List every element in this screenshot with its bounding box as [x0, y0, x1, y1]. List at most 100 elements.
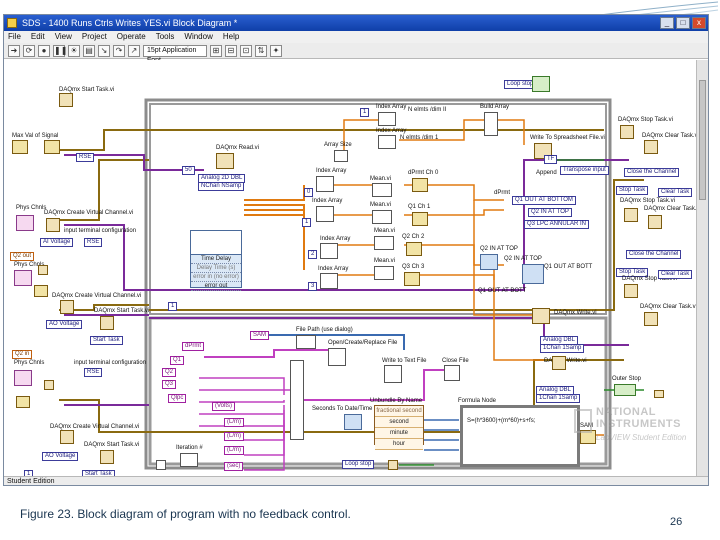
dprmt-string-const[interactable]: dPrmt [182, 342, 205, 351]
outer-stop-terminal-icon[interactable] [654, 390, 664, 398]
minimize-button[interactable]: _ [660, 17, 674, 29]
index-array-n-icon[interactable] [378, 112, 396, 126]
const-one-2[interactable]: 1 [302, 218, 312, 227]
daqmx-write-2-icon[interactable] [552, 356, 566, 370]
index-array-2-icon[interactable] [316, 206, 334, 222]
const-one-chan-2[interactable]: 1Chan 1Samp [536, 394, 581, 403]
delay-time-input[interactable]: Delay Time (s) [191, 264, 241, 273]
const-rse-2[interactable]: RSE [84, 238, 103, 247]
q2-in-control[interactable]: Q2 in [12, 350, 33, 359]
array-size-icon[interactable] [334, 150, 348, 162]
font-select-dropdown[interactable]: 15pt Application Font [143, 44, 207, 64]
field-second[interactable]: second [375, 417, 423, 428]
error-out-output[interactable]: error out [191, 282, 241, 291]
daqmx-start-task-mid-icon[interactable] [100, 316, 114, 330]
const-one-3[interactable]: 1 [168, 302, 178, 311]
q2-out-indicator[interactable]: Q2 out [10, 252, 35, 261]
phys-chnls-2-icon[interactable] [14, 270, 32, 286]
file-path-control[interactable] [296, 335, 316, 349]
create-virtual-channel-1-icon[interactable] [46, 218, 60, 232]
index-array-n2-icon[interactable] [378, 135, 396, 149]
ao-control-2-icon[interactable] [16, 396, 30, 408]
const-one-chan-1[interactable]: 1Chan 1Samp [540, 344, 585, 353]
time-delay-express-vi[interactable]: Time Delay Delay Time (s) error in (no e… [190, 230, 242, 291]
vertical-scrollbar[interactable] [696, 60, 708, 476]
q3-ch3-indicator[interactable] [404, 272, 420, 286]
q2-string-const[interactable]: Q2 [162, 368, 177, 377]
write-text-file-icon[interactable] [384, 365, 402, 383]
formula-equation[interactable]: S=(h*3600)+(m*60)+s+fs; [467, 418, 535, 424]
daqmx-start-task-bottom-icon[interactable] [100, 450, 114, 464]
field-fractional-second[interactable]: fractional second [375, 406, 423, 417]
mean-1-icon[interactable] [372, 183, 392, 197]
open-file-icon[interactable] [328, 348, 346, 366]
retain-wire-values-icon[interactable]: ▤ [83, 44, 95, 57]
q1-string-const[interactable]: Q1 [170, 356, 185, 365]
iteration-terminal-icon[interactable] [156, 460, 166, 470]
menu-help[interactable]: Help [223, 31, 239, 43]
index-array-4-icon[interactable] [320, 273, 338, 289]
formula-node[interactable]: S=(h*3600)+(m*60)+s+fs; [460, 405, 580, 467]
phys-chnls-1-icon[interactable] [16, 215, 34, 231]
daqmx-write-1-icon[interactable] [532, 308, 550, 324]
const-ao-voltage-1[interactable]: AO Voltage [46, 320, 83, 329]
daqmx-clear-task-1-icon[interactable] [644, 140, 658, 154]
close-button[interactable]: x [692, 17, 706, 29]
menu-window[interactable]: Window [184, 31, 212, 43]
daqmx-read-icon[interactable] [216, 153, 234, 169]
concatenate-strings-icon[interactable] [290, 360, 304, 440]
comparison-1-icon[interactable] [480, 254, 498, 270]
lm-string-const-1[interactable]: (L/m) [224, 418, 244, 427]
q3-string-const[interactable]: Q3 [162, 380, 177, 389]
menu-tools[interactable]: Tools [156, 31, 175, 43]
sec-string-const[interactable]: (sec) [224, 462, 244, 471]
volts-string-const[interactable]: (Volts) [212, 402, 236, 411]
mean-3-icon[interactable] [374, 236, 394, 250]
daqmx-stop-task-2-icon[interactable] [624, 208, 638, 222]
const-one-1[interactable]: 1 [360, 108, 370, 117]
numeric-constant-2-icon[interactable] [44, 380, 54, 390]
outer-stop-button[interactable] [614, 384, 636, 396]
close-file-icon[interactable] [444, 365, 460, 381]
create-virtual-channel-3-icon[interactable] [60, 430, 74, 444]
step-into-icon[interactable]: ↘ [98, 44, 110, 57]
const-zero[interactable]: 0 [304, 188, 314, 197]
index-array-3-icon[interactable] [320, 243, 338, 259]
const-ao-voltage-2[interactable]: AO Voltage [42, 452, 79, 461]
unbundle-by-name-node[interactable]: fractional second second minute hour [374, 405, 424, 450]
menu-view[interactable]: View [55, 31, 72, 43]
ao-control-icon[interactable] [34, 285, 48, 297]
resize-objects-icon[interactable]: ⊡ [240, 44, 252, 57]
menu-file[interactable]: File [8, 31, 21, 43]
step-over-icon[interactable]: ↷ [113, 44, 125, 57]
phys-chnls-3-icon[interactable] [14, 370, 32, 386]
start-task-button[interactable]: Start Task [90, 336, 123, 345]
field-minute[interactable]: minute [375, 428, 423, 439]
seconds-to-date-icon[interactable] [344, 414, 362, 430]
max-val-control-icon-2[interactable] [44, 140, 60, 154]
run-continuously-icon[interactable]: ⟳ [23, 44, 35, 57]
field-hour[interactable]: hour [375, 439, 423, 450]
create-virtual-channel-2-icon[interactable] [60, 300, 74, 314]
step-out-icon[interactable]: ↗ [128, 44, 140, 57]
loop-stop-outer-button[interactable] [532, 76, 550, 92]
numeric-constant-1-icon[interactable] [38, 265, 48, 275]
reorder-icon[interactable]: ⇅ [255, 44, 267, 57]
iteration-indicator[interactable] [180, 453, 198, 467]
max-val-control-icon[interactable] [12, 140, 28, 154]
q2-ch2-indicator[interactable] [406, 242, 422, 256]
daqmx-stop-task-3-icon[interactable] [624, 284, 638, 298]
maximize-button[interactable]: □ [676, 17, 690, 29]
scrollbar-thumb[interactable] [699, 80, 706, 200]
lm-string-const-3[interactable]: (L/m) [224, 446, 244, 455]
highlight-execution-icon[interactable]: ☀ [68, 44, 80, 57]
transpose-true-constant[interactable]: TF [544, 155, 558, 164]
align-objects-icon[interactable]: ⊞ [210, 44, 222, 57]
sam-constant-1[interactable]: SAM [250, 331, 270, 340]
lm-string-const-2[interactable]: (L/m) [224, 432, 244, 441]
const-three[interactable]: 3 [308, 282, 318, 291]
const-two[interactable]: 2 [308, 250, 318, 259]
dprmt-ch0-indicator[interactable] [412, 178, 428, 192]
daqmx-clear-task-2-icon[interactable] [648, 215, 662, 229]
pause-icon[interactable]: ❚❚ [53, 44, 67, 57]
